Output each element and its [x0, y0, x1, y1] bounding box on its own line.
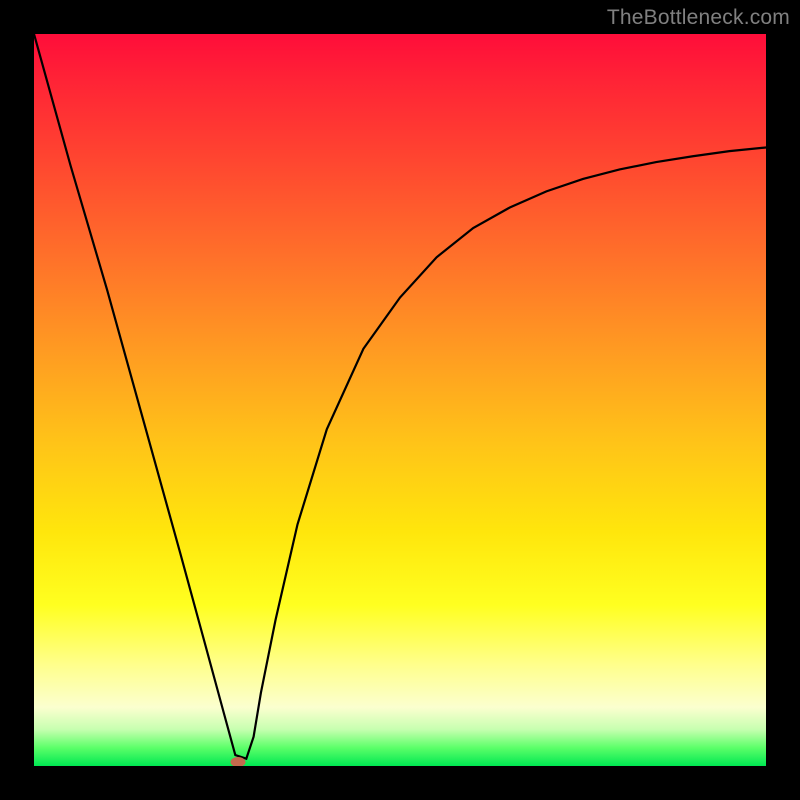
chart-frame: TheBottleneck.com: [0, 0, 800, 800]
curve-svg: [34, 34, 766, 766]
watermark: TheBottleneck.com: [607, 6, 790, 30]
plot-area: [34, 34, 766, 766]
bottleneck-curve: [34, 34, 766, 759]
